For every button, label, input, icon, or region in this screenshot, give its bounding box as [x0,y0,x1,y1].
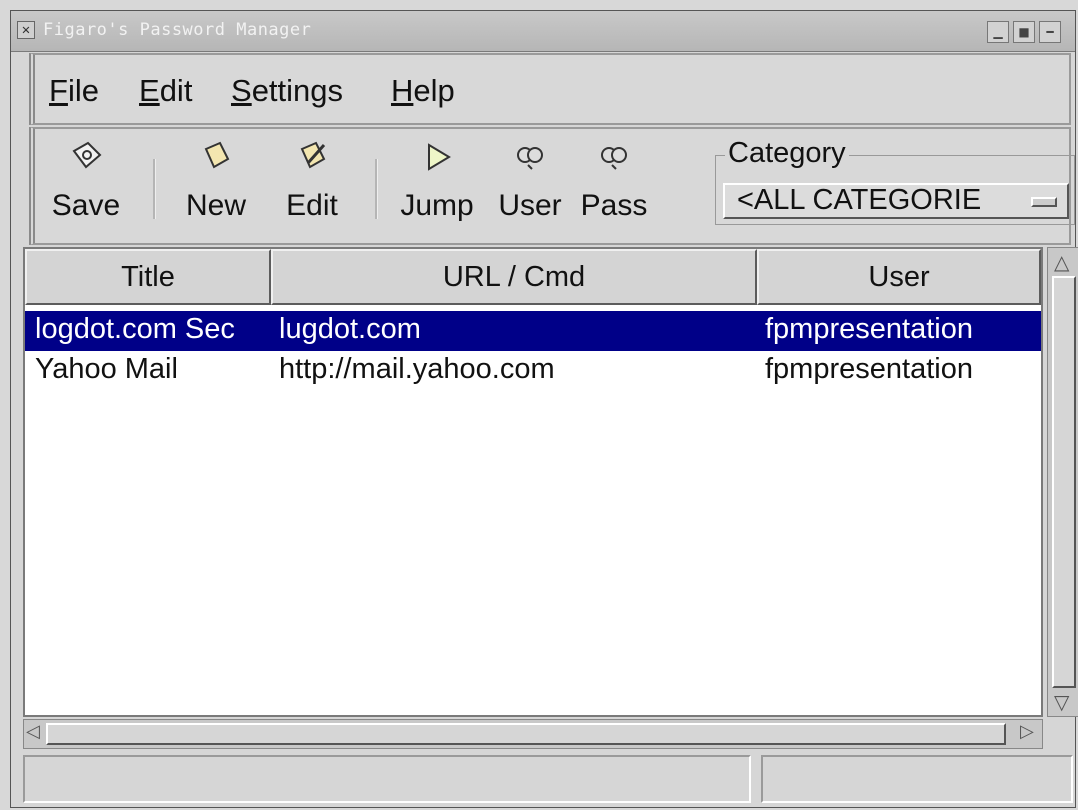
menu-file[interactable]: File [49,73,99,109]
menu-settings[interactable]: Settings [231,73,343,109]
new-label: New [185,189,246,222]
category-label: Category [725,137,849,170]
menu-file-mnemonic: F [49,73,68,108]
copy-password-icon [575,137,653,187]
cell-url: lugdot.com [279,313,421,345]
menu-settings-label: ettings [251,73,344,108]
minimize-icon[interactable]: ▁ [987,21,1009,43]
title-bar[interactable]: ✕ Figaro's Password Manager ▁ ■ ━ [11,11,1075,52]
new-entry-icon [171,137,261,187]
play-arrow-icon [391,137,483,187]
jump-button[interactable]: Jump [391,137,483,237]
menu-settings-mnemonic: S [231,73,252,108]
dropdown-indicator-icon [1031,197,1057,207]
password-list[interactable]: Title URL / Cmd User logdot.com Sec lugd… [23,247,1043,717]
jump-label: Jump [400,189,474,222]
app-window: ✕ Figaro's Password Manager ▁ ■ ━ File E… [10,10,1078,808]
cell-user: fpmpresentation [765,353,973,385]
cell-title: Yahoo Mail [35,353,178,385]
menu-help-mnemonic: H [391,73,414,108]
scroll-right-icon[interactable]: ▷ [1020,721,1034,742]
category-dropdown[interactable]: <ALL CATEGORIE [723,183,1069,219]
table-row[interactable]: logdot.com Sec lugdot.com fpmpresentatio… [25,311,1041,351]
menu-file-label: ile [67,73,99,108]
edit-label: Edit [286,189,338,222]
menu-edit-mnemonic: E [139,73,160,108]
pass-label: Pass [580,189,648,222]
save-button[interactable]: Save [43,137,129,237]
menu-bar: File Edit Settings Help [29,53,1071,125]
new-button[interactable]: New [171,137,261,237]
category-value: <ALL CATEGORIE [737,184,982,216]
maximize-icon[interactable]: ■ [1013,21,1035,43]
toolbar-separator [375,159,378,219]
table-header: Title URL / Cmd User [25,249,1041,309]
status-bar-secondary [761,755,1073,803]
vertical-scrollbar[interactable]: △ ▽ [1047,247,1078,717]
cell-user: fpmpresentation [765,313,973,345]
user-label: User [498,189,562,222]
copy-user-button[interactable]: User [491,137,569,237]
scroll-left-icon[interactable]: ◁ [26,721,40,742]
scroll-down-icon[interactable]: ▽ [1054,690,1069,714]
scroll-up-icon[interactable]: △ [1054,250,1069,274]
menu-edit[interactable]: Edit [139,73,192,109]
horizontal-scrollbar[interactable]: ◁ ▷ [23,719,1043,749]
copy-user-icon [491,137,569,187]
edit-button[interactable]: Edit [273,137,351,237]
menu-edit-label: dit [159,73,193,108]
cell-title: logdot.com Sec [35,313,235,345]
horizontal-scroll-thumb[interactable] [46,723,1006,745]
shade-icon[interactable]: ━ [1039,21,1061,43]
toolbar: Save New Edit Jump User Pass Category <A… [29,127,1075,245]
copy-password-button[interactable]: Pass [575,137,653,237]
vertical-scroll-thumb[interactable] [1052,276,1076,688]
category-group: Category <ALL CATEGORIE [715,135,1075,235]
pencil-edit-icon [273,137,351,187]
window-title: Figaro's Password Manager [43,20,312,40]
column-header-title[interactable]: Title [25,249,271,305]
menu-help-label: elp [413,73,455,108]
column-header-url[interactable]: URL / Cmd [271,249,757,305]
table-row[interactable]: Yahoo Mail http://mail.yahoo.com fpmpres… [25,351,1041,391]
floppy-disk-icon [43,137,129,187]
close-window-icon[interactable]: ✕ [17,21,35,39]
toolbar-separator [153,159,156,219]
save-label: Save [51,189,121,222]
status-bar-main [23,755,751,803]
column-header-user[interactable]: User [757,249,1041,305]
cell-url: http://mail.yahoo.com [279,353,555,385]
menu-help[interactable]: Help [391,73,455,109]
